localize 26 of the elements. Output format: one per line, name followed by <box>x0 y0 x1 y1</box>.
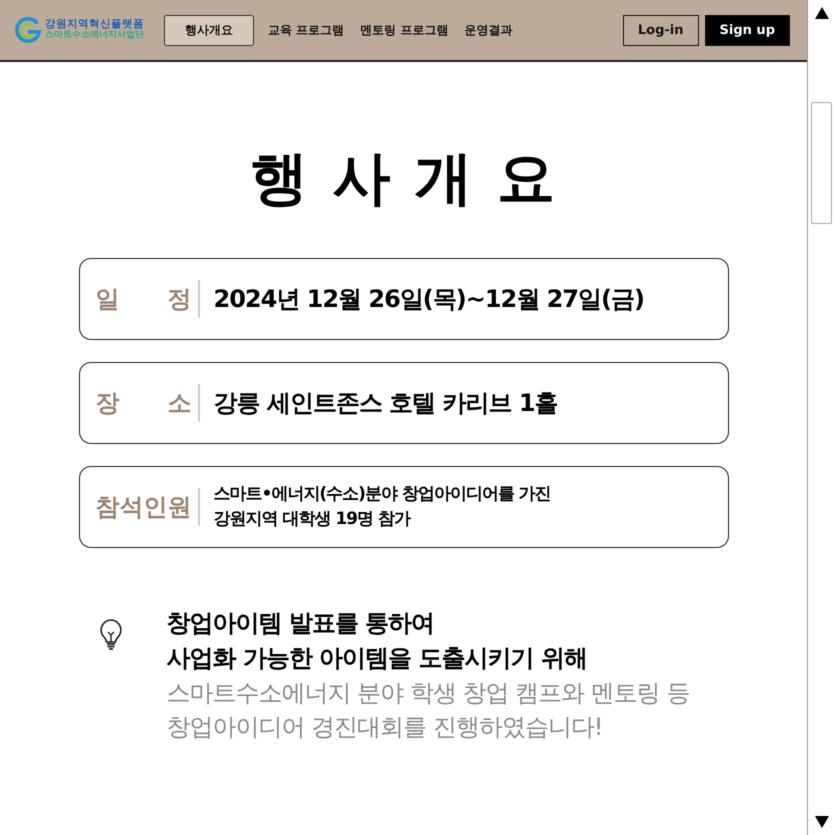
logo-title: 강원지역혁신플랫폼 <box>45 19 144 30</box>
signup-button[interactable]: Sign up <box>704 14 790 46</box>
info-label: 장 소 <box>96 388 192 419</box>
logo-icon <box>14 16 42 44</box>
nav-tab[interactable]: 멘토링 프로그램 <box>358 16 450 44</box>
scroll-thumb[interactable] <box>811 102 832 224</box>
scroll-up-icon[interactable] <box>814 6 830 20</box>
info-value: 강릉 세인트존스 호텔 카리브 1홀 <box>214 388 558 419</box>
login-button[interactable]: Log-in <box>622 14 699 46</box>
nav-tab[interactable]: 교육 프로그램 <box>266 16 346 44</box>
lightbulb-icon <box>98 618 122 652</box>
purpose-text: 창업아이디어 경진대회를 진행하였습니다! <box>166 712 604 744</box>
scroll-down-icon[interactable] <box>814 815 830 829</box>
info-value: 2024년 12월 26일(목)~12월 27일(금) <box>214 284 644 315</box>
logo-subtitle: 스마트수소에너지사업단 <box>45 30 144 41</box>
nav-tab[interactable]: 행사개요 <box>164 14 254 46</box>
purpose-headline: 사업화 가능한 아이템을 도출시키기 위해 <box>166 642 588 674</box>
purpose-text: 스마트수소에너지 분야 학생 창업 캠프와 멘토링 등 <box>166 678 690 709</box>
scrollbar[interactable] <box>807 0 835 835</box>
info-label: 일 정 <box>96 284 192 315</box>
purpose-headline: 창업아이템 발표를 통하여 <box>166 608 436 639</box>
info-value: 스마트•에너지(수소)분야 창업아이디어를 가진 <box>214 482 551 506</box>
page-title: 행 사 개 요 <box>250 143 557 214</box>
nav-tab[interactable]: 운영결과 <box>462 16 514 44</box>
info-value: 강원지역 대학생 19명 참가 <box>214 508 412 531</box>
info-label: 참석인원 <box>96 492 192 523</box>
